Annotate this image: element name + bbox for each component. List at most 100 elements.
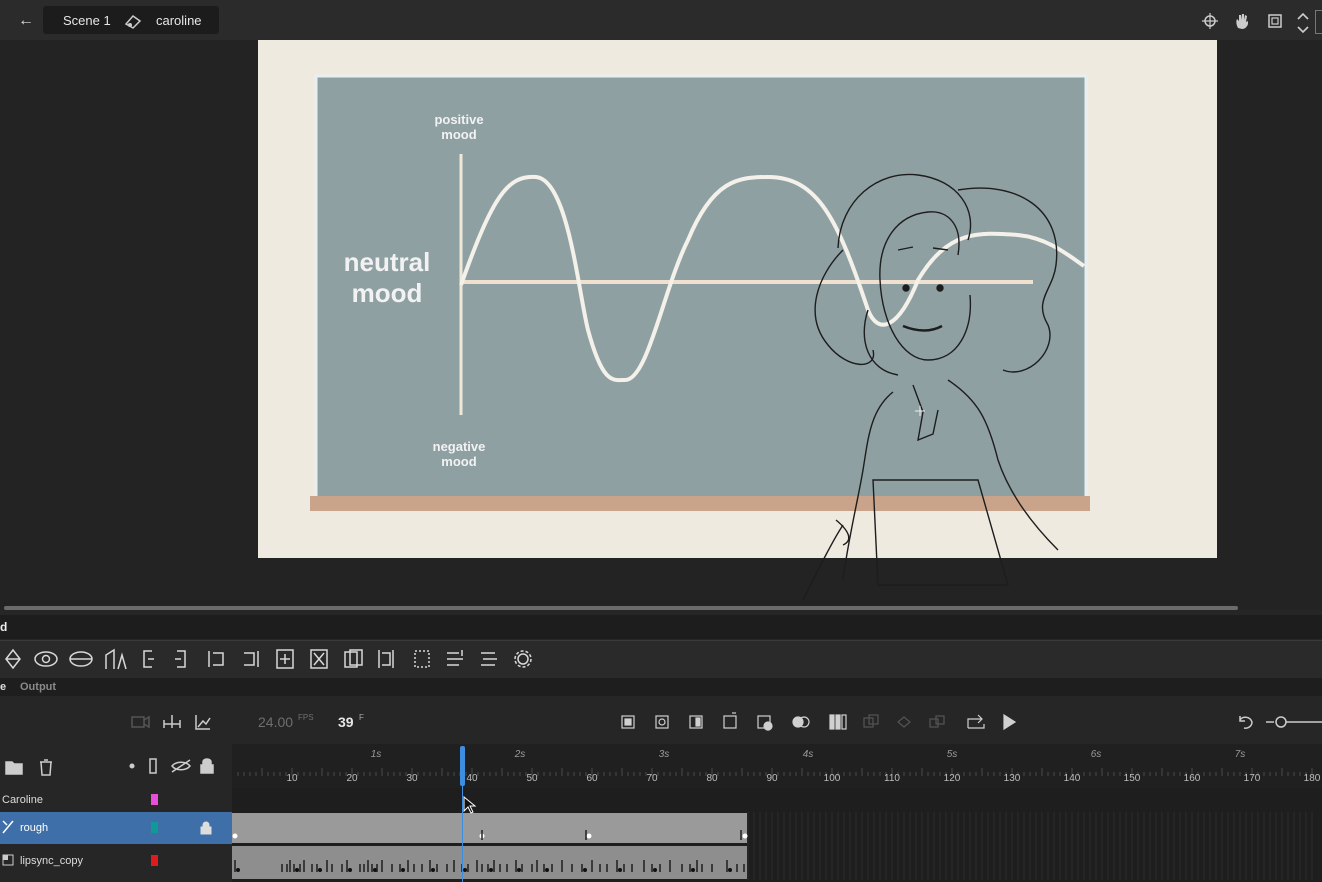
frame-unit: F (359, 713, 364, 722)
graph-icon[interactable] (195, 715, 211, 730)
insert-blank-keyframe-icon[interactable] (655, 715, 669, 729)
frame-number-label: 180 (1304, 773, 1321, 784)
align-tools (5, 648, 532, 670)
sync-icon[interactable] (897, 716, 911, 728)
onion-skin-icon[interactable] (792, 716, 810, 728)
keyframe-dot[interactable] (318, 868, 322, 872)
frame-number-label: 40 (466, 773, 478, 784)
outline-toggle-icon[interactable] (149, 758, 157, 774)
keyframe-dot[interactable] (295, 868, 299, 872)
keyframe-dot[interactable] (545, 868, 549, 872)
seconds-label: 7s (1235, 749, 1246, 760)
frame-number-label: 60 (586, 773, 598, 784)
lock-all-icon[interactable] (200, 758, 214, 774)
trash-icon[interactable] (40, 759, 52, 776)
new-folder-icon[interactable] (5, 761, 23, 775)
layer-controls (5, 758, 214, 776)
panel-tabs (0, 678, 1322, 696)
expand-vertical-icon[interactable] (276, 649, 294, 669)
split-icon[interactable] (378, 650, 394, 668)
distribute-left-icon[interactable] (208, 651, 224, 667)
highlight-dot-icon[interactable] (129, 763, 135, 769)
selection-marquee-icon[interactable] (414, 650, 430, 668)
settings-gear-icon[interactable] (514, 650, 532, 668)
clip-content-icon[interactable] (1266, 12, 1284, 30)
fps-value[interactable]: 24.00 (258, 714, 293, 730)
layer-parenting-icon[interactable] (163, 715, 181, 728)
collapse-icon[interactable] (310, 649, 328, 669)
keyframe-dot[interactable] (348, 868, 352, 872)
panel-header (0, 615, 1322, 639)
align-center-list-icon[interactable] (481, 652, 497, 666)
onion-outline-icon[interactable] (829, 714, 847, 730)
keyframe-dot[interactable] (517, 868, 521, 872)
auto-keyframe-icon[interactable] (723, 712, 737, 729)
edit-multiple-frames-icon[interactable] (863, 714, 879, 728)
rough-frame-span[interactable] (232, 813, 747, 843)
align-left-bracket-icon[interactable] (143, 650, 154, 668)
link-icon[interactable] (929, 715, 945, 728)
positive-mood-label: positive mood (434, 112, 483, 142)
chevron-up-down-icon[interactable] (1296, 12, 1310, 34)
play-icon[interactable] (1003, 713, 1017, 731)
keyframe-dot[interactable] (618, 868, 622, 872)
insert-keyframe-icon[interactable] (621, 715, 635, 729)
fps-unit: FPS (298, 713, 314, 722)
keyframe-dot[interactable] (431, 868, 435, 872)
seconds-label: 2s (514, 749, 526, 760)
layer-row-rough[interactable]: rough (0, 812, 232, 844)
breadcrumb-symbol[interactable]: caroline (156, 13, 202, 28)
keyframe-dot[interactable] (489, 868, 493, 872)
camera-icon[interactable] (131, 715, 150, 729)
keyframe-dot[interactable] (653, 868, 657, 872)
zoom-slider-thumb[interactable] (1275, 716, 1287, 728)
seconds-label: 3s (659, 749, 670, 760)
stage-canvas[interactable]: positive mood neutral mood negative mood (258, 40, 1258, 610)
copy-frames-icon[interactable] (344, 649, 363, 668)
breadcrumb-scene[interactable]: Scene 1 (63, 13, 111, 28)
playhead-handle[interactable] (460, 746, 465, 786)
back-arrow-icon[interactable]: ← (10, 9, 42, 33)
current-frame-value[interactable]: 39 (338, 714, 354, 730)
loop-icon[interactable] (967, 714, 985, 729)
horizontal-scrollbar[interactable] (4, 606, 1238, 610)
reset-zoom-icon[interactable] (1239, 716, 1253, 729)
clear-keyframe-icon[interactable] (757, 715, 773, 731)
symbol-path-icon[interactable] (105, 648, 127, 670)
align-right-bracket-icon[interactable] (175, 650, 186, 668)
layer-color-swatch[interactable] (151, 794, 158, 805)
frame-number-label: 70 (646, 773, 658, 784)
center-stage-icon[interactable] (1201, 12, 1219, 30)
frame-number-label: 20 (346, 773, 358, 784)
align-list-icon[interactable] (447, 650, 463, 666)
zoom-field-edge[interactable] (1315, 10, 1322, 34)
insert-frame-icon[interactable] (689, 715, 703, 729)
keyframe-dot[interactable] (691, 868, 695, 872)
keyframe-dot[interactable] (463, 868, 467, 872)
layer-row-lipsync[interactable]: lipsync_copy (0, 845, 232, 877)
layer-name[interactable]: rough (20, 822, 48, 834)
visibility-toggle-icon[interactable] (171, 759, 191, 773)
frame-number-label: 30 (406, 773, 418, 784)
tab-timeline[interactable]: e (0, 681, 6, 693)
tab-output[interactable]: Output (20, 681, 56, 693)
distribute-right-icon[interactable] (244, 651, 259, 667)
lock-icon[interactable] (200, 821, 212, 835)
layer-name[interactable]: Caroline (2, 794, 43, 806)
layer-name[interactable]: lipsync_copy (20, 855, 83, 867)
layer-color-swatch[interactable] (151, 822, 158, 833)
keyframe-dot[interactable] (232, 833, 238, 839)
keyframe-dot[interactable] (401, 868, 405, 872)
hand-tool-icon[interactable] (1233, 12, 1251, 30)
keyframe-dot[interactable] (236, 868, 240, 872)
keyframe-dot[interactable] (742, 833, 748, 839)
eye-icon[interactable] (34, 651, 58, 667)
ruler-labels: 10 20 30 40 50 60 70 80 90 100 110 120 130 140 150 160 1… (237, 749, 1321, 784)
keyframe-dot[interactable] (586, 833, 592, 839)
frame-number-label: 160 (1184, 773, 1201, 784)
keyframe-dot[interactable] (583, 868, 587, 872)
keyframe-dot[interactable] (728, 868, 732, 872)
diamond-icon[interactable] (5, 648, 21, 670)
eye-outline-icon[interactable] (69, 651, 93, 667)
layer-color-swatch[interactable] (151, 855, 158, 866)
